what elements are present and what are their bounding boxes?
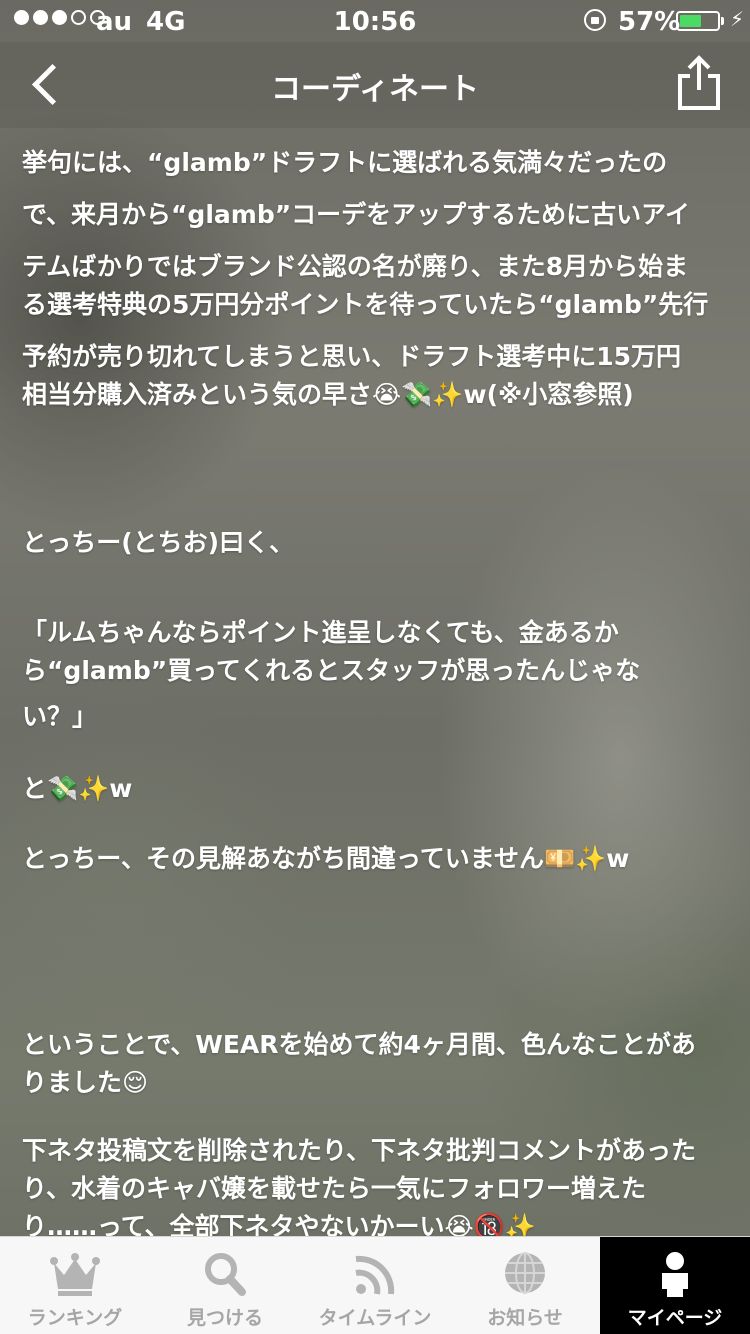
body-line: とっちー(とちお)曰く、 [22,528,295,557]
body-line: ということで、WEARを始めて約4ヶ月間、色んなことがあ [22,1030,696,1059]
tab-mypage[interactable]: マイページ [600,1237,750,1334]
globe-icon [505,1252,545,1294]
battery-cap [721,17,724,25]
tab-label: 見つける [186,1307,263,1329]
rotation-lock-icon [584,9,606,31]
navigation-bar: コーディネート [0,42,750,128]
body-line: り……って、全部下ネタやないかーい😭🔞✨ [22,1212,536,1236]
body-line: 相当分購入済みという気の早さ😭💸✨w(※小窓参照) [22,380,634,409]
body-line: い？」 [22,702,98,731]
tab-timeline[interactable]: タイムライン [300,1237,450,1334]
share-icon [678,55,720,110]
body-line: と💸✨w [22,774,133,803]
post-body: 挙句には、“glamb”ドラフトに選ばれる気満々だったの で、来月から“glam… [22,128,734,1236]
tab-ranking[interactable]: ランキング [0,1237,150,1334]
person-icon [662,1252,688,1297]
share-button[interactable] [676,54,722,112]
body-line: りました😌 [22,1068,149,1097]
tab-label: タイムライン [318,1307,432,1329]
body-line: で、来月から“glamb”コーデをアップするために古いアイ [22,200,690,229]
status-bar: au 4G 10:56 57% ⚡ [0,0,750,42]
body-line: とっちー、その見解あながち間違っていません💴✨w [22,844,630,873]
crown-icon [50,1253,100,1296]
body-line: テムばかりではブランド公認の名が廃り、また8月から始ま [22,252,689,281]
tab-notifications[interactable]: お知らせ [450,1237,600,1334]
page-title: コーディネート [271,72,479,107]
body-line: ら“glamb”買ってくれるとスタッフが思ったんじゃな [22,656,641,685]
tab-bar: ランキング 見つける タイムライン お知らせ マイページ [0,1236,750,1334]
body-line: 下ネタ投稿文を削除されたり、下ネタ批判コメントがあった [22,1136,697,1165]
body-line: 「ルムちゃんならポイント進呈しなくても、金あるか [22,618,619,647]
battery-icon [676,11,720,31]
battery-percent: 57% [618,7,681,37]
tab-label: ランキング [27,1307,123,1329]
tab-discover[interactable]: 見つける [150,1237,300,1334]
tab-label: お知らせ [487,1307,563,1329]
charging-icon: ⚡ [730,7,745,31]
body-line: 予約が売り切れてしまうと思い、ドラフト選考中に15万円 [22,342,682,371]
search-icon [205,1253,246,1296]
body-line: り、水着のキャバ嬢を載せたら一気にフォロワー増えた [22,1174,647,1203]
body-line: る選考特典の5万円分ポイントを待っていたら“glamb”先行 [22,290,709,319]
rss-icon [355,1255,395,1295]
tab-label: マイページ [627,1307,723,1329]
body-line: 挙句には、“glamb”ドラフトに選ばれる気満々だったの [22,148,668,177]
